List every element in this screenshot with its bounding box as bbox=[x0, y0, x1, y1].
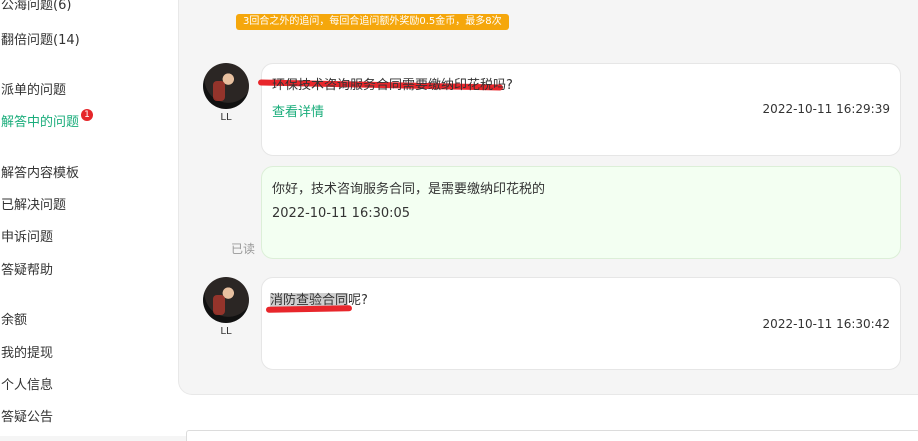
message-timestamp: 2022-10-11 16:29:39 bbox=[762, 102, 890, 116]
question-bubble: 消防查验合同呢? 2022-10-11 16:30:42 bbox=[261, 277, 901, 370]
chat-panel: 3回合之外的追问，每回合追问额外奖励0.5金币，最多8次 LL 环保技术咨询服务… bbox=[178, 0, 918, 395]
reply-bubble: 你好，技术咨询服务合同，是需要缴纳印花税的 2022-10-11 16:30:0… bbox=[261, 166, 901, 259]
sidebar-item-appeals[interactable]: 申诉问题 bbox=[1, 226, 53, 245]
sidebar-item-answer-templates[interactable]: 解答内容模板 bbox=[1, 162, 79, 181]
main-content: 3回合之外的追问，每回合追问额外奖励0.5金币，最多8次 LL 环保技术咨询服务… bbox=[142, 0, 918, 441]
read-status: 已读 bbox=[231, 242, 256, 256]
question-text: 环保技术咨询服务合同需要缴纳印花税吗? bbox=[272, 78, 513, 93]
sidebar-item-public-questions[interactable]: 公海问题(6) bbox=[1, 0, 71, 13]
sidebar-item-answering-questions[interactable]: 解答中的问题 1 bbox=[1, 109, 93, 130]
avatar[interactable] bbox=[203, 63, 249, 109]
reply-timestamp: 2022-10-11 16:30:05 bbox=[272, 206, 411, 221]
sidebar-item-withdrawals[interactable]: 我的提现 bbox=[1, 342, 53, 361]
view-details-link[interactable]: 查看详情 bbox=[272, 101, 324, 120]
sidebar-item-label: 解答中的问题 bbox=[1, 115, 80, 130]
question-bubble: 环保技术咨询服务合同需要缴纳印花税吗? 查看详情 2022-10-11 16:2… bbox=[257, 63, 901, 156]
message-timestamp: 2022-10-11 16:30:42 bbox=[762, 317, 890, 331]
sidebar-item-resolved-questions[interactable]: 已解决问题 bbox=[1, 194, 66, 213]
sidebar-item-help[interactable]: 答疑帮助 bbox=[1, 259, 53, 278]
avatar-name: LL bbox=[220, 112, 232, 123]
sidebar-item-double-questions[interactable]: 翻倍问题(14) bbox=[1, 29, 80, 48]
sidebar-item-balance[interactable]: 余额 bbox=[1, 309, 27, 328]
sidebar-item-assigned-questions[interactable]: 派单的问题 bbox=[1, 79, 66, 98]
sidebar-item-announcements[interactable]: 答疑公告 bbox=[1, 406, 53, 425]
avatar-name: LL bbox=[220, 326, 232, 337]
sidebar: 公海问题(6) 翻倍问题(14) 派单的问题 解答中的问题 1 解答内容模板 已… bbox=[0, 0, 142, 436]
avatar[interactable] bbox=[203, 277, 249, 323]
reward-notice: 3回合之外的追问，每回合追问额外奖励0.5金币，最多8次 bbox=[236, 14, 509, 30]
notification-badge: 1 bbox=[81, 109, 93, 121]
red-markup-line bbox=[265, 305, 353, 313]
reply-text: 你好，技术咨询服务合同，是需要缴纳印花税的 bbox=[272, 182, 546, 197]
sidebar-item-profile[interactable]: 个人信息 bbox=[1, 374, 53, 393]
